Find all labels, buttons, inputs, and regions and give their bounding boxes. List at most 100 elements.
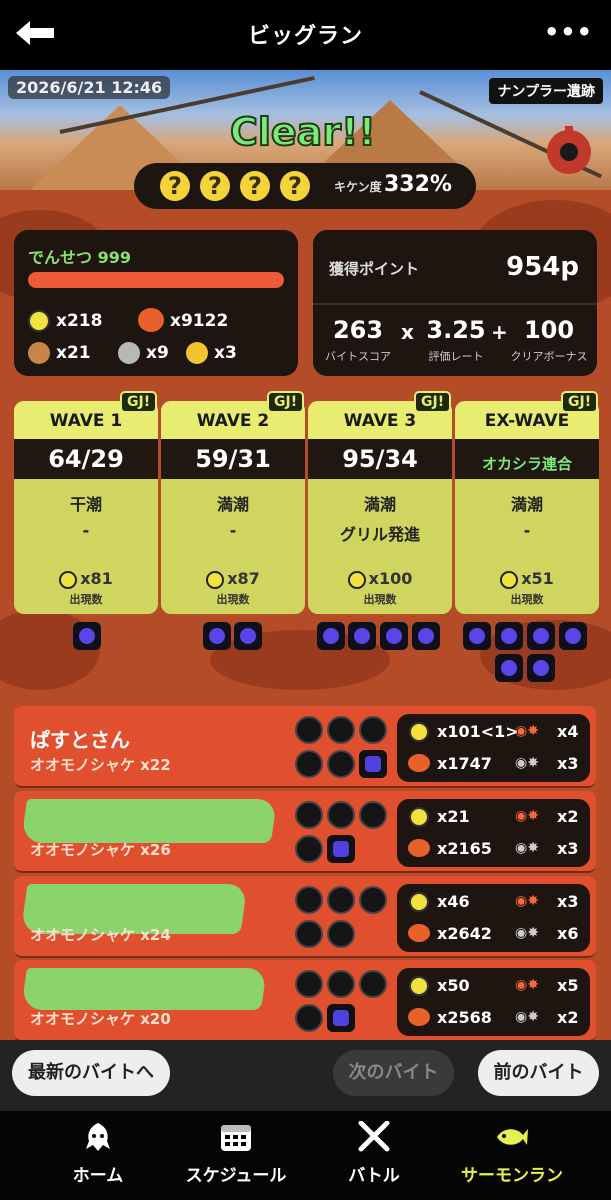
player-stats: x50 ◉✸ x5 x2568 ◉✸ x2 — [397, 968, 590, 1036]
golden-egg-icon — [28, 310, 50, 332]
bronze-scale-icon — [28, 342, 50, 364]
grade-title: でんせつ 999 — [28, 248, 131, 267]
weapon-icon — [327, 716, 355, 744]
silver-scale-count: x9 — [146, 343, 169, 363]
weapon-icon — [295, 716, 323, 744]
plus-sign: + — [491, 320, 508, 344]
golden-egg-icon — [409, 722, 429, 742]
boss-name: オカシラ連合 — [481, 455, 572, 473]
golden-egg-icon — [206, 570, 225, 589]
golden-egg-icon — [409, 807, 429, 827]
rescued-icon: ◉✸ — [515, 755, 539, 771]
tide-level: 満潮 — [510, 495, 543, 514]
tide-level: 干潮 — [69, 495, 102, 514]
power-eggs: x2642 — [437, 924, 492, 943]
boss-salmonid-icon — [234, 622, 262, 650]
more-options-icon[interactable]: ••• — [544, 18, 593, 46]
player-boss-kills: オオモノシャケ x26 — [30, 841, 171, 859]
next-job-button[interactable]: 次のバイト — [333, 1050, 454, 1096]
power-egg-total: x9122 — [170, 311, 229, 331]
wave-card: WAVE 3 95/34 満潮 グリル発進 x100 出現数 — [308, 401, 452, 614]
boss-salmonid-icon — [527, 654, 555, 682]
weapon-icon — [359, 970, 387, 998]
squid-icon — [86, 1123, 110, 1151]
previous-job-button[interactable]: 前のバイト — [478, 1050, 599, 1096]
crossed-weapons-icon — [358, 1121, 390, 1152]
special-weapon-icon — [359, 750, 387, 778]
player-row[interactable]: オオモノシャケ x24 x46 ◉✸ x3 x2642 ◉✸ x6 — [14, 876, 596, 958]
spawned-label: 出現数 — [510, 593, 544, 606]
wave-quota: 59/31 — [195, 445, 271, 473]
wave-event: グリル発進 — [339, 525, 420, 544]
weapon-icon — [295, 750, 323, 778]
calendar-icon — [221, 1125, 251, 1151]
rescues: x5 — [557, 976, 579, 995]
tab-label: バトル — [348, 1166, 400, 1186]
multiply-sign: x — [401, 320, 414, 344]
spawned-label: 出現数 — [216, 593, 250, 606]
spawned-label: 出現数 — [69, 593, 103, 606]
player-name: ぱすとさん — [30, 728, 130, 752]
golden-eggs: x50 — [437, 976, 470, 995]
player-row[interactable]: オオモノシャケ x20 x50 ◉✸ x5 x2568 ◉✸ x2 — [14, 960, 596, 1042]
tab-schedule[interactable]: スケジュール — [166, 1121, 306, 1186]
wave-event: - — [523, 521, 531, 540]
spawned-label: 出現数 — [363, 593, 397, 606]
player-row[interactable]: オオモノシャケ x26 x21 ◉✸ x2 x2165 ◉✸ x3 — [14, 791, 596, 873]
rescued-icon: ◉✸ — [515, 1009, 539, 1025]
rescue-icon: ◉✸ — [515, 723, 539, 739]
wave-event: - — [82, 521, 90, 540]
page-title: ビッグラン — [247, 24, 363, 49]
power-egg-icon — [408, 1008, 430, 1026]
weapon-icon — [327, 886, 355, 914]
tide-level: 満潮 — [363, 495, 396, 514]
wave-quota: 64/29 — [48, 445, 124, 473]
boss-salmonid-icon — [412, 622, 440, 650]
clear-bonus-value: 100 — [523, 316, 575, 344]
hazard-level-bar: ? ? ? ? キケン度 332% — [134, 163, 476, 209]
divider — [313, 303, 597, 305]
good-job-badge: GJ! — [414, 391, 452, 413]
job-navigation-bar: 最新のバイトへ 次のバイト 前のバイト — [0, 1040, 611, 1110]
weapon-icon — [359, 716, 387, 744]
clear-result: Clear!! — [229, 109, 377, 155]
latest-job-button[interactable]: 最新のバイトへ — [12, 1050, 170, 1096]
tab-battle[interactable]: バトル — [304, 1121, 444, 1186]
deaths: x2 — [557, 1008, 579, 1027]
golden-eggs: x101<1> — [437, 722, 519, 741]
golden-eggs-spawned: x100 — [308, 569, 452, 589]
weapon-icon — [327, 970, 355, 998]
weapon-icon — [295, 970, 323, 998]
rescues: x4 — [557, 722, 579, 741]
good-job-badge: GJ! — [561, 391, 599, 413]
power-egg-icon — [408, 754, 430, 772]
tab-home[interactable]: ホーム — [28, 1121, 168, 1186]
boss-salmonid-icon — [559, 622, 587, 650]
salmon-icon — [497, 1129, 528, 1145]
salmon-emblem-icon — [547, 126, 591, 174]
player-stats: x46 ◉✸ x3 x2642 ◉✸ x6 — [397, 884, 590, 952]
special-weapon-icon — [327, 1004, 355, 1032]
deaths: x3 — [557, 754, 579, 773]
name-redaction-scribble — [20, 799, 278, 843]
deaths: x3 — [557, 839, 579, 858]
unknown-golden-egg-icon: ? — [240, 171, 270, 201]
golden-egg-total: x218 — [56, 311, 103, 331]
player-stats: x101<1> ◉✸ x4 x1747 ◉✸ x3 — [397, 714, 590, 782]
tab-salmon-run[interactable]: サーモンラン — [442, 1121, 582, 1186]
rescued-icon: ◉✸ — [515, 925, 539, 941]
golden-eggs: x46 — [437, 892, 470, 911]
boss-salmonid-icon — [527, 622, 555, 650]
player-row[interactable]: ぱすとさん オオモノシャケ x22 x101<1> ◉✸ x4 x1747 ◉✸… — [14, 706, 596, 788]
bottom-tab-bar: ホーム スケジュール バトル サーモンラン — [0, 1110, 611, 1200]
rescue-icon: ◉✸ — [515, 893, 539, 909]
boss-salmonid-icon — [348, 622, 376, 650]
weapon-icon — [295, 801, 323, 829]
boss-salmonid-icon — [495, 654, 523, 682]
golden-eggs-spawned: x87 — [161, 569, 305, 589]
hazard-value: 332% — [384, 172, 452, 197]
unknown-golden-egg-icon: ? — [280, 171, 310, 201]
wave-quota: 95/34 — [342, 445, 418, 473]
golden-egg-icon — [500, 570, 519, 589]
weapon-icon — [295, 835, 323, 863]
